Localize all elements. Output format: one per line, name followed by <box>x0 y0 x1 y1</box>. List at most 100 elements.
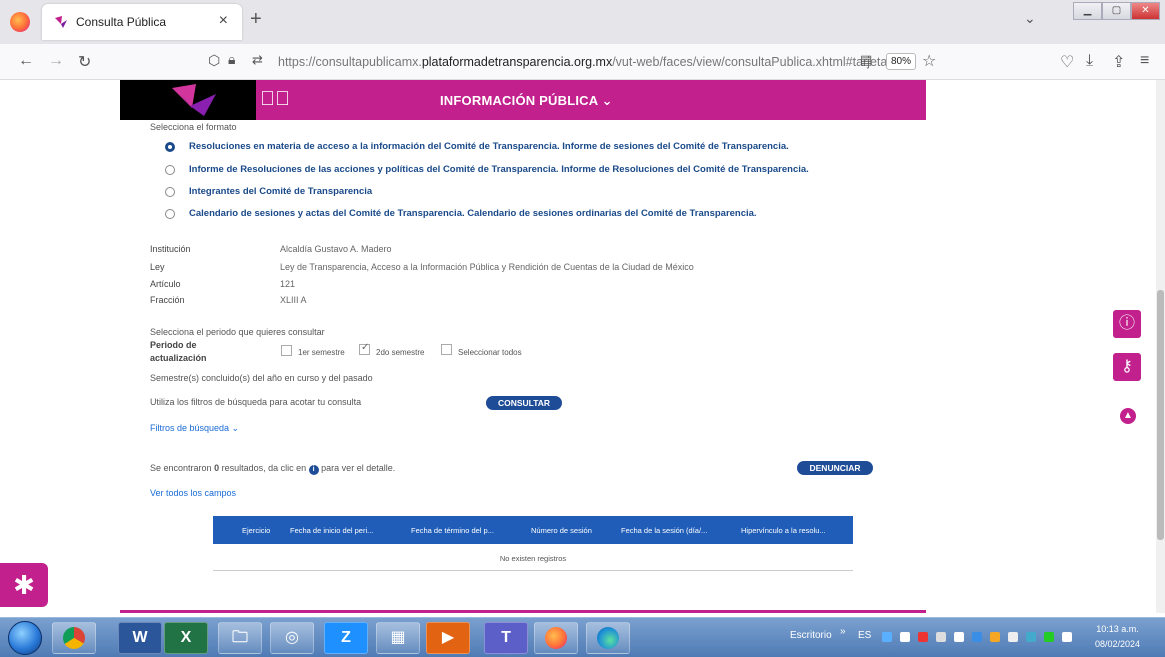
menu-icon[interactable]: ≡ <box>1140 52 1149 70</box>
lock-icon[interactable]: 🔒︎ <box>228 51 235 68</box>
checkbox-1er-semestre[interactable] <box>281 345 292 356</box>
browser-tab[interactable]: Consulta Pública × <box>42 4 242 40</box>
format-option[interactable]: Informe de Resoluciones de las acciones … <box>165 164 809 175</box>
volume-icon[interactable] <box>936 632 946 642</box>
excel-icon[interactable]: X <box>164 622 208 654</box>
consultar-button[interactable]: CONSULTAR <box>486 396 562 410</box>
search-key-icon[interactable]: ⚷ <box>1113 353 1141 381</box>
minimize-icon[interactable]: ▁ <box>1073 2 1102 20</box>
zoom-app-icon[interactable]: Z <box>324 622 368 654</box>
permissions-icon[interactable]: ⇄ <box>252 52 263 68</box>
reload-icon[interactable]: ↻ <box>78 52 91 72</box>
start-button-icon[interactable] <box>8 621 42 655</box>
desktop-toolbar-label[interactable]: Escritorio <box>790 630 832 641</box>
firefox-logo-icon[interactable] <box>10 12 30 32</box>
info-publica-menu[interactable]: INFORMACIÓN PÚBLICA ⌄ <box>440 93 613 109</box>
close-window-icon[interactable]: ✕ <box>1131 2 1160 20</box>
results-text: para ver el detalle. <box>321 463 396 473</box>
bookmark-star-icon[interactable]: ☆ <box>922 51 936 71</box>
column-header[interactable]: Ejercicio <box>242 526 270 535</box>
tray-app-icon[interactable] <box>1008 632 1018 642</box>
detail-key: Institución <box>150 244 191 254</box>
shield-tray-icon[interactable] <box>1044 632 1054 642</box>
window-controls: ▁ ▢ ✕ <box>1073 2 1161 22</box>
login-icon[interactable]: ⇥⃞ <box>260 88 290 111</box>
network-icon[interactable] <box>954 632 964 642</box>
teams-icon[interactable]: T <box>484 622 528 654</box>
tray-app-icon[interactable] <box>882 632 892 642</box>
detail-value: 121 <box>280 279 296 289</box>
tray-app-icon[interactable] <box>990 632 1000 642</box>
column-header[interactable]: Fecha de la sesión (día/... <box>621 526 707 535</box>
file-explorer-icon[interactable]: 🗀︎ <box>218 622 262 654</box>
site-favicon-icon <box>55 16 67 28</box>
edge-icon[interactable] <box>586 622 630 654</box>
tray-app-icon[interactable] <box>972 632 982 642</box>
search-hint: Utiliza los filtros de búsqueda para aco… <box>150 397 362 407</box>
chevron-down-icon[interactable]: ⌄ <box>1024 10 1036 27</box>
radio-selected[interactable] <box>165 141 175 152</box>
forward-arrow-icon[interactable]: → <box>48 52 64 70</box>
results-summary: Se encontraron 0 resultados, da clic en … <box>150 463 395 475</box>
document-icon[interactable]: ▦ <box>376 622 420 654</box>
taskbar-clock[interactable]: 10:13 a.m. 08/02/2024 <box>1095 622 1140 652</box>
all-fields-link[interactable]: Ver todos los campos <box>150 488 236 498</box>
toolbar-expand-icon[interactable]: » <box>840 626 846 637</box>
checkbox-label[interactable]: 1er semestre <box>298 348 345 357</box>
firefox-taskbar-icon[interactable] <box>534 622 578 654</box>
maximize-icon[interactable]: ▢ <box>1102 2 1131 20</box>
scrollbar-thumb[interactable] <box>1157 290 1164 540</box>
radio-unselected[interactable] <box>165 186 175 197</box>
share-icon[interactable]: ⇪ <box>1112 52 1125 72</box>
tray-app-icon[interactable] <box>1026 632 1036 642</box>
format-option[interactable]: Calendario de sesiones y actas del Comit… <box>165 208 757 219</box>
format-option-label[interactable]: Informe de Resoluciones de las acciones … <box>189 164 809 175</box>
pocket-icon[interactable]: ♡ <box>1060 52 1074 72</box>
scroll-up-icon[interactable]: ▲ <box>1120 408 1136 424</box>
format-option[interactable]: Resoluciones en materia de acceso a la i… <box>165 141 789 152</box>
detail-key: Artículo <box>150 279 181 289</box>
format-option-label[interactable]: Resoluciones en materia de acceso a la i… <box>189 141 789 152</box>
column-header[interactable]: Fecha de inicio del peri... <box>290 526 373 535</box>
radio-unselected[interactable] <box>165 208 175 219</box>
url-bar[interactable]: ⬡ 🔒︎ ⇄ https://consultapublicamx.platafo… <box>206 48 946 76</box>
back-arrow-icon[interactable]: ← <box>18 52 34 70</box>
language-indicator[interactable]: ES <box>858 630 871 641</box>
radio-unselected[interactable] <box>165 164 175 175</box>
checkbox-2do-semestre[interactable] <box>359 342 370 355</box>
column-header[interactable]: Número de sesión <box>531 526 592 535</box>
url-text[interactable]: https://consultapublicamx.plataformadetr… <box>278 55 887 69</box>
reader-view-icon[interactable]: ▤ <box>860 52 872 68</box>
info-icon[interactable]: i <box>308 465 319 475</box>
flag-icon[interactable] <box>918 632 928 642</box>
denunciar-button[interactable]: DENUNCIAR <box>797 461 873 475</box>
word-icon[interactable]: W <box>118 622 162 654</box>
chrome-icon[interactable] <box>52 622 96 654</box>
results-table-header: Ejercicio Fecha de inicio del peri... Fe… <box>213 516 853 544</box>
zoom-level[interactable]: 80% <box>886 53 917 70</box>
table-divider <box>213 570 853 571</box>
format-option-label[interactable]: Calendario de sesiones y actas del Comit… <box>189 208 757 219</box>
checkbox-seleccionar-todos[interactable] <box>441 344 452 355</box>
windows-taskbar: W X 🗀︎ ◎ Z ▦ ▶ T Escritorio » ES 10:13 a… <box>0 617 1165 657</box>
column-header[interactable]: Hipervínculo a la resolu... <box>741 526 826 535</box>
bluetooth-icon[interactable] <box>1062 632 1072 642</box>
site-header: ⇥⃞ INFORMACIÓN PÚBLICA ⌄ <box>120 80 926 120</box>
page-scrollbar[interactable] <box>1156 80 1165 613</box>
signal-icon[interactable] <box>900 632 910 642</box>
accessibility-icon[interactable]: ✱ <box>0 563 48 607</box>
site-logo[interactable] <box>120 80 256 120</box>
format-option[interactable]: Integrantes del Comité de Transparencia <box>165 186 372 197</box>
media-player-icon[interactable]: ◎ <box>270 622 314 654</box>
new-tab-button[interactable]: + <box>250 8 262 31</box>
close-tab-icon[interactable]: × <box>219 12 228 30</box>
powerpoint-icon[interactable]: ▶ <box>426 622 470 654</box>
filters-link[interactable]: Filtros de búsqueda ⌄ <box>150 423 239 434</box>
checkbox-label[interactable]: 2do semestre <box>376 348 424 357</box>
checkbox-label[interactable]: Seleccionar todos <box>458 348 522 357</box>
download-icon[interactable]: ⤓ <box>1086 52 1093 70</box>
format-option-label[interactable]: Integrantes del Comité de Transparencia <box>189 186 372 197</box>
column-header[interactable]: Fecha de término del p... <box>411 526 494 535</box>
alert-icon[interactable]: ⓘ <box>1113 310 1141 338</box>
shield-icon[interactable]: ⬡ <box>208 52 220 69</box>
